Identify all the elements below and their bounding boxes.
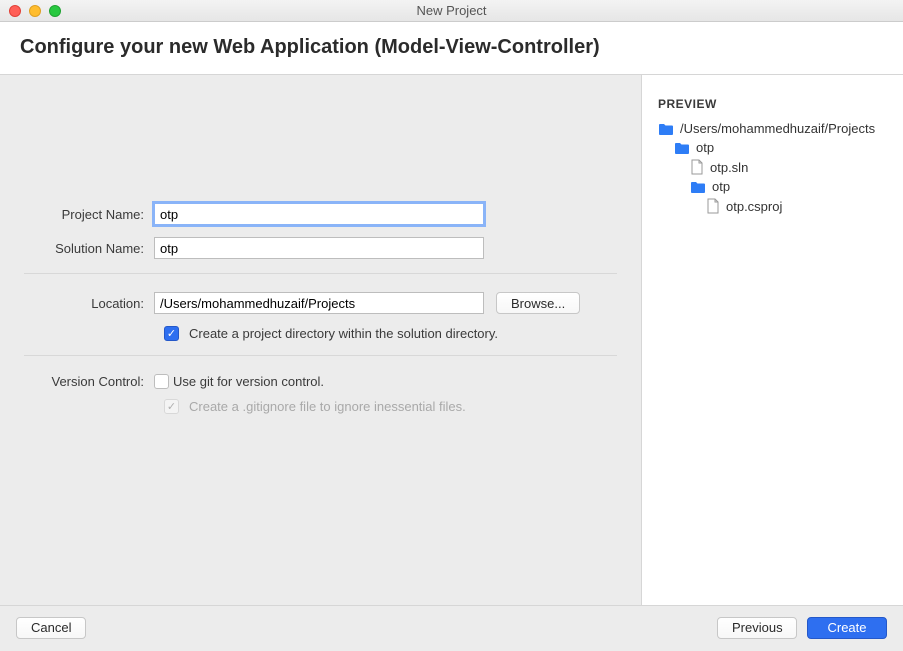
file-icon	[706, 198, 720, 214]
separator	[24, 273, 617, 274]
tree-solution-file: otp.sln	[658, 157, 887, 177]
dialog-header: Configure your new Web Application (Mode…	[0, 22, 903, 75]
version-control-row: Version Control: Use git for version con…	[24, 374, 617, 389]
folder-icon	[674, 141, 690, 155]
solution-name-label: Solution Name:	[24, 241, 154, 256]
project-name-row: Project Name:	[24, 203, 617, 225]
tree-project-folder: otp	[658, 177, 887, 196]
preview-title: PREVIEW	[658, 97, 887, 111]
solution-name-row: Solution Name:	[24, 237, 617, 259]
location-row: Location: Browse...	[24, 292, 617, 314]
project-name-label: Project Name:	[24, 207, 154, 222]
create-button[interactable]: Create	[807, 617, 887, 639]
close-icon[interactable]	[9, 5, 21, 17]
create-directory-label: Create a project directory within the so…	[189, 326, 498, 341]
zoom-icon[interactable]	[49, 5, 61, 17]
tree-project-file-label: otp.csproj	[726, 199, 782, 214]
create-directory-checkbox[interactable]: ✓	[164, 326, 179, 341]
file-icon	[690, 159, 704, 175]
project-name-input[interactable]	[154, 203, 484, 225]
location-label: Location:	[24, 296, 154, 311]
cancel-button[interactable]: Cancel	[16, 617, 86, 639]
tree-project-folder-label: otp	[712, 179, 730, 194]
page-title: Configure your new Web Application (Mode…	[20, 36, 883, 59]
location-input[interactable]	[154, 292, 484, 314]
previous-button[interactable]: Previous	[717, 617, 797, 639]
titlebar: New Project	[0, 0, 903, 22]
form-area: Project Name: Solution Name: Location: B…	[0, 75, 642, 605]
gitignore-row: ✓ Create a .gitignore file to ignore ine…	[164, 399, 617, 414]
browse-button[interactable]: Browse...	[496, 292, 580, 314]
window-title: New Project	[416, 3, 486, 18]
folder-icon	[658, 122, 674, 136]
footer: Cancel Previous Create	[0, 605, 903, 649]
window-controls	[9, 5, 61, 17]
version-control-label: Version Control:	[24, 374, 154, 389]
preview-panel: PREVIEW /Users/mohammedhuzaif/Projects o…	[642, 75, 903, 605]
gitignore-label: Create a .gitignore file to ignore iness…	[189, 399, 466, 414]
gitignore-checkbox: ✓	[164, 399, 179, 414]
tree-solution-file-label: otp.sln	[710, 160, 748, 175]
create-directory-row: ✓ Create a project directory within the …	[164, 326, 617, 341]
solution-name-input[interactable]	[154, 237, 484, 259]
use-git-checkbox[interactable]	[154, 374, 169, 389]
use-git-label: Use git for version control.	[173, 374, 324, 389]
tree-root: /Users/mohammedhuzaif/Projects	[658, 119, 887, 138]
tree-root-label: /Users/mohammedhuzaif/Projects	[680, 121, 875, 136]
minimize-icon[interactable]	[29, 5, 41, 17]
tree-project-file: otp.csproj	[658, 196, 887, 216]
tree-solution-folder-label: otp	[696, 140, 714, 155]
separator	[24, 355, 617, 356]
tree-solution-folder: otp	[658, 138, 887, 157]
folder-icon	[690, 180, 706, 194]
